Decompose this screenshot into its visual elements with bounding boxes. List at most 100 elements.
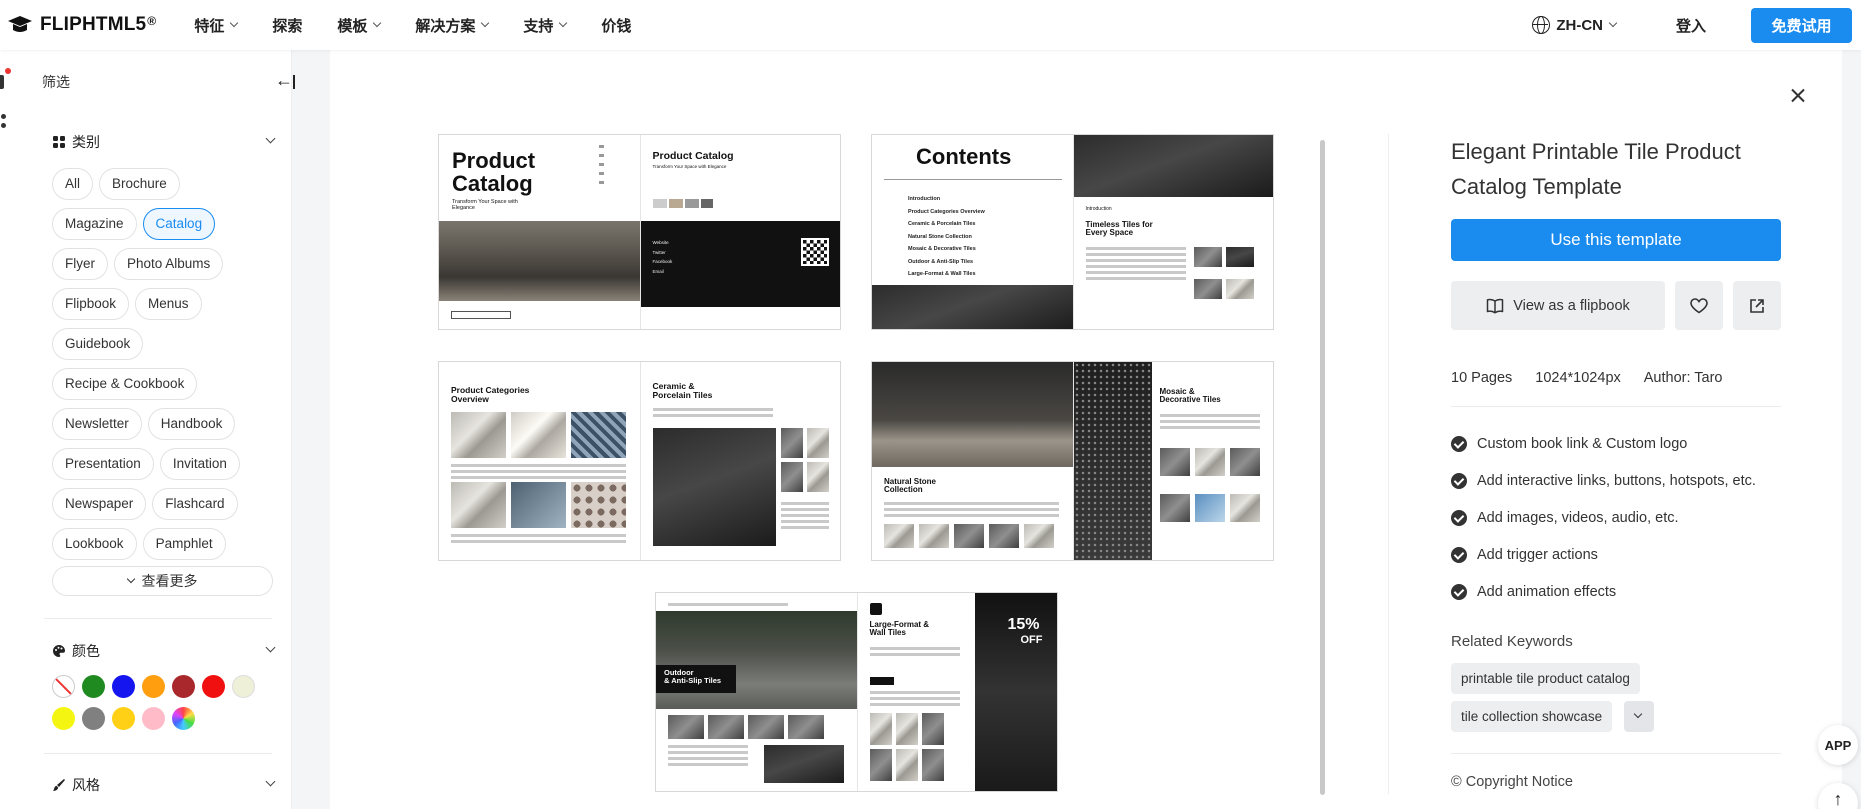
preview-scrollbar[interactable] bbox=[1320, 140, 1325, 795]
swatch-multicolor[interactable] bbox=[172, 707, 195, 730]
tag-flashcard[interactable]: Flashcard bbox=[152, 488, 238, 520]
swatch-gold[interactable] bbox=[112, 707, 135, 730]
lounge-photo bbox=[872, 362, 1073, 467]
swatch-cream[interactable] bbox=[232, 675, 255, 698]
brush-icon bbox=[53, 779, 65, 791]
login-link[interactable]: 登入 bbox=[1676, 15, 1706, 36]
tag-flyer[interactable]: Flyer bbox=[52, 248, 108, 280]
tag-handbook[interactable]: Handbook bbox=[147, 408, 236, 440]
nav-item-support[interactable]: 支持 bbox=[523, 15, 568, 36]
check-circle-icon bbox=[1451, 435, 1467, 452]
close-icon[interactable] bbox=[1786, 84, 1810, 108]
check-circle-icon bbox=[1451, 583, 1467, 600]
palette-icon bbox=[53, 645, 65, 657]
toc-list: Introduction Product Categories Overview C… bbox=[908, 196, 985, 277]
preview-page: Mosaic & Decorative Tiles bbox=[1072, 362, 1274, 560]
free-trial-button[interactable]: 免费试用 bbox=[1751, 7, 1852, 43]
swatch-yellow[interactable] bbox=[52, 707, 75, 730]
swatch-pink[interactable] bbox=[142, 707, 165, 730]
use-template-button[interactable]: Use this template bbox=[1451, 219, 1781, 261]
chevron-down-icon bbox=[265, 642, 276, 653]
divider bbox=[44, 618, 272, 619]
style-section-header[interactable]: 风格 bbox=[52, 775, 284, 795]
tag-magazine[interactable]: Magazine bbox=[52, 208, 137, 240]
swatch-orange[interactable] bbox=[142, 675, 165, 698]
heart-icon bbox=[1690, 297, 1708, 313]
share-button[interactable] bbox=[1733, 281, 1781, 330]
swatch-green[interactable] bbox=[82, 675, 105, 698]
feature-item: Add animation effects bbox=[1451, 573, 1756, 610]
page-count: 10 Pages bbox=[1451, 370, 1513, 386]
nav-menu: 特征 探索 模板 解决方案 支持 价钱 bbox=[194, 15, 666, 36]
swatch-none[interactable] bbox=[52, 675, 75, 698]
chevron-down-icon bbox=[230, 18, 239, 28]
external-link-icon bbox=[1750, 298, 1764, 313]
preview-spread-3[interactable]: Product Categories Overview Ceramic & Po… bbox=[438, 361, 841, 561]
page-title: Timeless Tiles for Every Space bbox=[1085, 220, 1153, 238]
show-more-button[interactable]: 查看更多 bbox=[52, 566, 273, 596]
nav-item-features[interactable]: 特征 bbox=[194, 15, 239, 36]
top-navigation: FLIPHTML5 ® 特征 探索 模板 解决方案 支持 价钱 ZH-CN 登入 … bbox=[0, 0, 1861, 50]
swatch-blue[interactable] bbox=[112, 675, 135, 698]
feature-item: Add images, videos, audio, etc. bbox=[1451, 499, 1756, 536]
section-label: Introduction bbox=[1085, 206, 1112, 212]
tag-lookbook[interactable]: Lookbook bbox=[52, 528, 137, 560]
keyword-tag[interactable]: printable tile product catalog bbox=[1451, 663, 1640, 694]
nav-item-explore[interactable]: 探索 bbox=[272, 15, 302, 36]
collapse-sidebar-icon[interactable] bbox=[275, 70, 297, 91]
divider bbox=[1388, 134, 1389, 794]
tag-recipe-cookbook[interactable]: Recipe & Cookbook bbox=[52, 368, 198, 400]
tag-presentation[interactable]: Presentation bbox=[52, 448, 154, 480]
chevron-down-icon bbox=[1633, 709, 1643, 719]
language-selector[interactable]: ZH-CN bbox=[1532, 16, 1618, 34]
keyword-tag[interactable]: tile collection showcase bbox=[1451, 701, 1613, 732]
category-tags: All Brochure Magazine Catalog Flyer Photo A… bbox=[52, 168, 282, 568]
grid-icon bbox=[53, 136, 65, 148]
preview-spread-5[interactable]: Outdoor & Anti-Slip Tiles Large-Format &… bbox=[655, 592, 1058, 792]
tag-menus[interactable]: Menus bbox=[135, 288, 202, 320]
tag-newsletter[interactable]: Newsletter bbox=[52, 408, 142, 440]
preview-spread-4[interactable]: Natural Stone Collection Mosaic & Decora… bbox=[871, 361, 1274, 561]
preview-spread-2[interactable]: Contents Introduction Product Categories … bbox=[871, 134, 1274, 330]
logo-registered: ® bbox=[147, 14, 157, 28]
logo[interactable]: FLIPHTML5 ® bbox=[6, 14, 156, 36]
preview-page: Outdoor & Anti-Slip Tiles bbox=[656, 593, 857, 791]
app-button[interactable]: APP bbox=[1818, 725, 1858, 765]
chevron-down-icon bbox=[373, 18, 382, 28]
nav-item-pricing[interactable]: 价钱 bbox=[601, 15, 631, 36]
tag-catalog[interactable]: Catalog bbox=[142, 208, 216, 240]
left-rail bbox=[0, 50, 20, 809]
hallway-photo bbox=[652, 428, 776, 546]
nav-item-templates[interactable]: 模板 bbox=[337, 15, 382, 36]
tag-guidebook[interactable]: Guidebook bbox=[52, 328, 144, 360]
feature-item: Add interactive links, buttons, hotspots… bbox=[1451, 462, 1756, 499]
preview-page: Ceramic & Porcelain Tiles bbox=[639, 362, 841, 560]
rail-icon[interactable] bbox=[0, 75, 4, 89]
back-to-top-button[interactable]: ↑ bbox=[1818, 783, 1858, 809]
logo-text: FLIPHTML5 bbox=[40, 14, 147, 35]
tag-invitation[interactable]: Invitation bbox=[159, 448, 240, 480]
check-circle-icon bbox=[1451, 546, 1467, 563]
swatch-red[interactable] bbox=[202, 675, 225, 698]
favorite-button[interactable] bbox=[1675, 281, 1723, 330]
nav-item-solutions[interactable]: 解决方案 bbox=[415, 15, 490, 36]
preview-page: Large-Format & Wall Tiles 15% OFF bbox=[856, 593, 1057, 791]
category-section-header[interactable]: 类别 bbox=[52, 132, 284, 152]
divider bbox=[44, 753, 272, 754]
tag-flipbook[interactable]: Flipbook bbox=[52, 288, 130, 320]
preview-spread-1[interactable]: Product Catalog Transform Your Space wit… bbox=[438, 134, 841, 330]
style-title: 风格 bbox=[72, 777, 100, 793]
view-flipbook-button[interactable]: View as a flipbook bbox=[1451, 281, 1665, 330]
swatch-brown[interactable] bbox=[172, 675, 195, 698]
expand-keywords-button[interactable] bbox=[1624, 701, 1654, 732]
color-section-header[interactable]: 颜色 bbox=[52, 641, 284, 661]
tag-all[interactable]: All bbox=[52, 168, 94, 200]
tag-newspaper[interactable]: Newspaper bbox=[52, 488, 147, 520]
more-dots-icon[interactable] bbox=[1, 114, 6, 119]
copyright-notice[interactable]: © Copyright Notice bbox=[1451, 774, 1573, 790]
tag-brochure[interactable]: Brochure bbox=[99, 168, 180, 200]
page-subtitle: Transform Your Space with Elegance bbox=[452, 199, 518, 211]
swatch-gray[interactable] bbox=[82, 707, 105, 730]
tag-pamphlet[interactable]: Pamphlet bbox=[142, 528, 226, 560]
tag-photo-albums[interactable]: Photo Albums bbox=[114, 248, 224, 280]
